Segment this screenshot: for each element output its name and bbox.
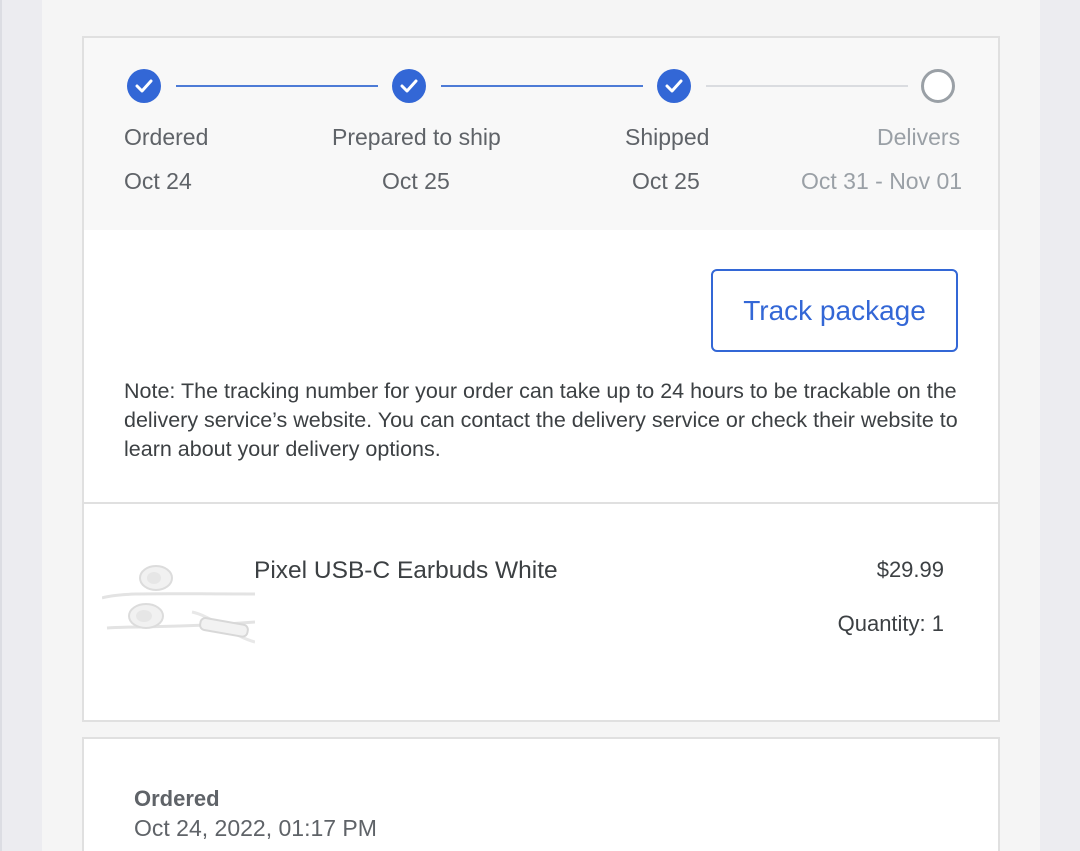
step-delivers-date: Oct 31 - Nov 01	[801, 168, 963, 194]
history-event-timestamp: Oct 24, 2022, 01:17 PM	[134, 815, 377, 841]
step-ordered-date: Oct 24	[124, 168, 192, 194]
track-package-button[interactable]: Track package	[711, 269, 958, 352]
step-ordered-label: Ordered	[124, 124, 209, 150]
step-prepared-label: Prepared to ship	[332, 124, 501, 150]
step-prepared-date: Oct 25	[382, 168, 450, 194]
section-divider	[84, 502, 998, 504]
step-ordered-check-icon	[127, 69, 161, 103]
progress-line-1	[176, 85, 378, 87]
step-shipped-check-icon	[657, 69, 691, 103]
progress-line-3	[706, 85, 908, 87]
history-event-title: Ordered	[134, 786, 220, 811]
step-shipped-label: Shipped	[625, 124, 710, 150]
order-history-card: Ordered Oct 24, 2022, 01:17 PM	[82, 737, 1000, 851]
order-card: Ordered Oct 24 Prepared to ship Oct 25 S…	[82, 36, 1000, 722]
shipment-progress: Ordered Oct 24 Prepared to ship Oct 25 S…	[84, 38, 998, 230]
progress-line-2	[441, 85, 643, 87]
step-delivers-label: Delivers	[877, 124, 961, 150]
step-shipped-date: Oct 25	[632, 168, 700, 194]
window-edge	[0, 0, 2, 851]
step-delivers-circle-icon	[921, 69, 955, 103]
product-image	[101, 556, 256, 646]
item-quantity: Quantity: 1	[837, 611, 944, 636]
item-price: $29.99	[876, 557, 944, 582]
product-name[interactable]: Pixel USB-C Earbuds White	[254, 557, 558, 585]
step-prepared-check-icon	[392, 69, 426, 103]
tracking-note: Note: The tracking number for your order…	[124, 379, 958, 461]
